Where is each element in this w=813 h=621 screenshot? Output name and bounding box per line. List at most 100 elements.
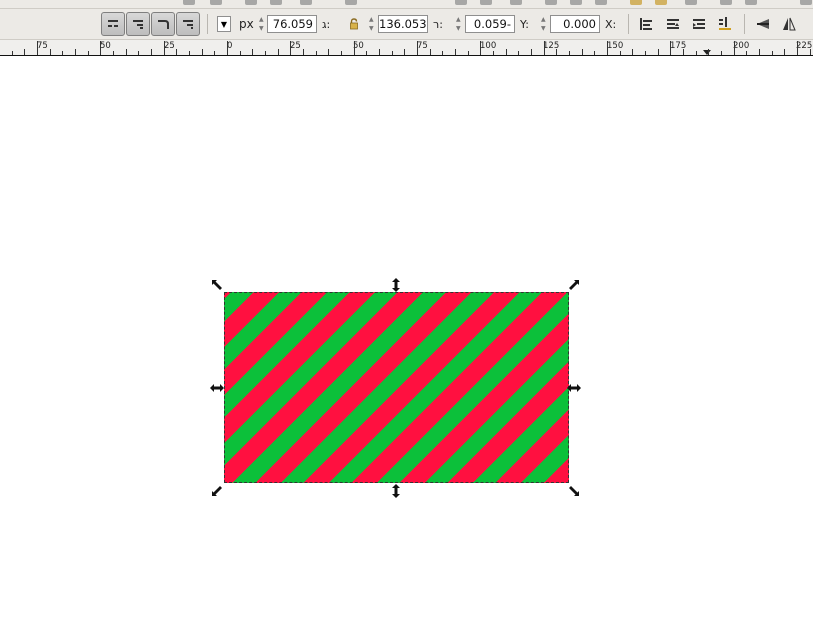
ruler-label: 100 [480,41,497,51]
height-spinner[interactable]: ▲ ▼ [259,16,267,32]
ruler-tick [670,41,672,55]
ruler-tick [163,41,165,55]
raise-to-top-icon [640,18,652,30]
toolbar-icon[interactable] [183,0,195,5]
ruler-tick [442,51,444,55]
scale-corners-icon [133,20,143,29]
ruler-label: 75 [37,41,48,51]
ruler-tick [404,49,406,55]
toolbar-icon[interactable] [545,0,557,5]
width-spinner[interactable]: ▲ ▼ [369,16,377,32]
toolbar-icon[interactable] [745,0,757,5]
x-input[interactable]: 0.000 [550,15,600,33]
selector-controls-bar: ▼ px ▲ ▼ 76.059 ג: ▲ ▼ 136.053 ר: ▲ ▼ 0.059… [0,9,813,40]
ruler-label: 75 [417,41,428,51]
resize-handle-bottom-icon[interactable] [389,484,403,498]
toolbar-icon[interactable] [570,0,582,5]
ruler-tick [657,49,659,55]
toolbar-icon[interactable] [300,0,312,5]
ruler-tick [277,49,279,55]
raise-to-top-button[interactable] [638,15,656,33]
resize-handle-right-icon[interactable] [567,381,581,395]
resize-handle-left-icon[interactable] [210,381,224,395]
unit-dropdown-button[interactable]: ▼ [217,16,231,32]
ruler-tick [353,41,355,55]
ruler-tick [733,41,735,55]
raise-button[interactable] [664,15,682,33]
main-toolbar-remnant [0,0,813,9]
toolbar-icon[interactable] [720,0,732,5]
width-label: ר: [433,18,443,31]
lock-proportions-button[interactable] [345,15,363,33]
move-gradients-icon [158,20,169,29]
height-label: ג: [322,18,331,31]
toolbar-icon[interactable] [480,0,492,5]
toolbar-icon[interactable] [455,0,467,5]
horizontal-ruler[interactable]: 75 50 25 0 25 50 75 100 125 150 175 200 … [0,40,813,56]
flip-horizontal-button[interactable] [780,15,798,33]
ruler-tick [113,51,114,55]
x-label: X: [605,18,617,31]
toolbar-icon[interactable] [655,0,667,5]
y-spinner[interactable]: ▲ ▼ [456,16,464,32]
separator [744,14,745,34]
chevron-down-icon: ▼ [220,19,228,29]
lower-to-bottom-icon [719,17,731,30]
unit-label[interactable]: px [239,17,254,31]
ruler-label: 50 [353,41,364,51]
height-input[interactable]: 76.059 [267,15,317,33]
lower-button[interactable] [690,15,708,33]
ruler-tick [328,49,330,55]
resize-handle-top-icon[interactable] [389,278,403,292]
resize-handle-top-left-icon[interactable] [211,279,225,293]
ruler-tick [341,51,342,55]
ruler-tick [682,49,684,55]
toolbar-icon[interactable] [210,0,222,5]
width-input[interactable]: 136.053 [378,15,428,33]
ruler-tick [505,49,507,55]
raise-icon [667,19,679,29]
ruler-tick [379,49,380,55]
drawing-canvas[interactable] [0,56,813,621]
ruler-tick [493,51,494,55]
ruler-tick [607,41,608,55]
ruler-tick [265,51,266,55]
toolbar-icon[interactable] [800,0,812,5]
ruler-tick [176,49,178,55]
toolbar-icon[interactable] [595,0,607,5]
ruler-tick [594,51,596,55]
ruler-tick [239,51,241,55]
ruler-tick [417,41,418,55]
toolbar-icon[interactable] [270,0,282,5]
resize-handle-bottom-left-icon[interactable] [211,483,225,497]
ruler-tick [100,41,102,55]
resize-handle-bottom-right-icon[interactable] [566,483,580,497]
ruler-label: 25 [290,41,301,51]
move-patterns-toggle[interactable] [176,12,200,36]
toolbar-icon[interactable] [345,0,357,5]
y-label: Y: [520,18,529,31]
toolbar-icon[interactable] [245,0,257,5]
scale-stroke-icon [108,20,118,27]
ruler-tick [569,51,570,55]
resize-handle-top-right-icon[interactable] [566,279,580,293]
ruler-tick [796,41,798,55]
move-patterns-icon [183,20,193,29]
toolbar-icon[interactable] [630,0,642,5]
ruler-tick [303,49,304,55]
ruler-tick [62,51,64,55]
scale-corners-toggle[interactable] [126,12,150,36]
scale-stroke-toggle[interactable] [101,12,125,36]
x-spinner[interactable]: ▲ ▼ [541,16,549,32]
toolbar-icon[interactable] [510,0,522,5]
move-gradients-toggle[interactable] [151,12,175,36]
ruler-tick [290,41,292,55]
toolbar-icon[interactable] [685,0,697,5]
y-input[interactable]: 0.059- [465,15,515,33]
ruler-tick [758,49,760,55]
ruler-tick [37,41,38,55]
ruler-tick [125,49,127,55]
lower-to-bottom-button[interactable] [716,15,734,33]
ruler-tick [214,51,216,55]
rotate-button[interactable] [754,15,772,33]
